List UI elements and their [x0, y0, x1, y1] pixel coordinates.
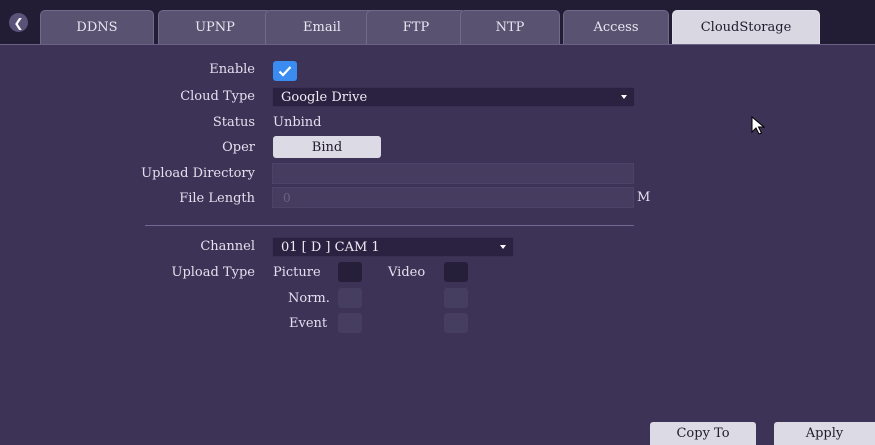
norm-label: Norm.	[288, 291, 330, 306]
tab-label: CloudStorage	[700, 20, 792, 35]
picture-checkbox[interactable]	[338, 262, 362, 282]
status-label: Status	[212, 115, 255, 130]
event-video-checkbox[interactable]	[444, 313, 468, 333]
channel-dropdown[interactable]: 01 [ D ] CAM 1	[272, 237, 514, 257]
upload-directory-input[interactable]	[272, 163, 634, 184]
tab-email[interactable]: Email	[265, 10, 379, 44]
file-length-input[interactable]: 0	[272, 187, 634, 208]
tab-label: Access	[593, 20, 639, 35]
enable-checkbox[interactable]	[273, 61, 297, 81]
chevron-down-icon	[500, 245, 506, 249]
oper-label: Oper	[222, 140, 255, 155]
event-picture-checkbox[interactable]	[338, 313, 362, 333]
bind-button[interactable]: Bind	[273, 136, 381, 158]
cloud-type-dropdown[interactable]: Google Drive	[272, 87, 635, 107]
tab-label: Email	[303, 20, 341, 35]
tab-access[interactable]: Access	[563, 10, 669, 44]
tab-label: FTP	[402, 20, 430, 35]
status-value: Unbind	[273, 115, 322, 130]
video-label: Video	[388, 265, 426, 280]
norm-video-checkbox[interactable]	[444, 288, 468, 308]
copy-to-button[interactable]: Copy To	[650, 422, 756, 445]
tab-upnp[interactable]: UPNP	[158, 10, 272, 44]
file-length-unit: M	[637, 190, 651, 205]
file-length-label: File Length	[179, 191, 255, 206]
tab-ddns[interactable]: DDNS	[40, 10, 154, 44]
channel-label: Channel	[200, 239, 255, 254]
picture-label: Picture	[273, 265, 321, 280]
mouse-cursor-icon	[751, 116, 766, 135]
tab-cloudstorage[interactable]: CloudStorage	[672, 10, 820, 44]
tab-label: UPNP	[195, 20, 235, 35]
channel-value: 01 [ D ] CAM 1	[281, 239, 380, 255]
back-icon[interactable]: ❮	[9, 13, 28, 32]
apply-button[interactable]: Apply	[774, 422, 875, 445]
tab-ftp[interactable]: FTP	[366, 10, 466, 44]
event-label: Event	[289, 316, 328, 331]
tab-label: DDNS	[76, 20, 118, 35]
video-checkbox[interactable]	[444, 262, 468, 282]
section-divider	[145, 225, 634, 226]
cloud-type-value: Google Drive	[281, 89, 368, 105]
chevron-down-icon	[621, 95, 627, 99]
checkmark-icon	[278, 66, 292, 77]
upload-directory-label: Upload Directory	[141, 166, 255, 181]
norm-picture-checkbox[interactable]	[338, 288, 362, 308]
enable-label: Enable	[209, 62, 255, 77]
tab-label: NTP	[495, 20, 525, 35]
tab-bar: ❮ DDNS UPNP Email FTP NTP Access CloudSt…	[0, 0, 875, 45]
cloud-type-label: Cloud Type	[180, 89, 255, 104]
upload-type-label: Upload Type	[171, 265, 256, 280]
tab-ntp[interactable]: NTP	[460, 10, 560, 44]
